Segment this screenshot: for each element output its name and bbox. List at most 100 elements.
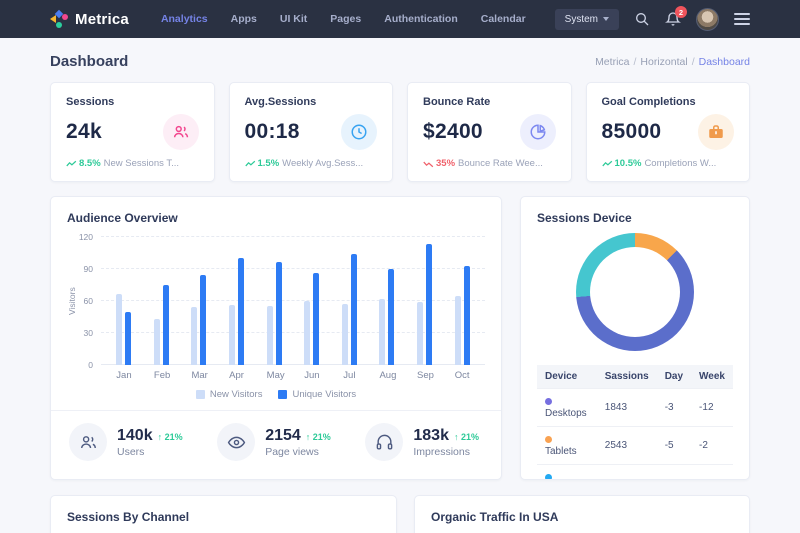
bar-new-visitors — [191, 307, 197, 365]
bar-unique-visitors — [313, 273, 319, 365]
search-icon[interactable] — [634, 11, 650, 27]
stat-delta: 35% — [436, 158, 455, 169]
x-tick-label: May — [267, 370, 282, 381]
bar-unique-visitors — [388, 269, 394, 365]
bar-group-may[interactable] — [267, 237, 282, 365]
organic-traffic-card: Organic Traffic In USA + — [414, 495, 750, 533]
bar-group-jul[interactable] — [342, 237, 357, 365]
trend-up-icon — [602, 160, 613, 168]
bar-new-visitors — [154, 319, 160, 365]
mini-stat-label: Impressions — [413, 446, 479, 458]
bar-new-visitors — [342, 304, 348, 365]
trend-down-icon — [423, 160, 434, 168]
bar-group-mar[interactable] — [191, 237, 206, 365]
legend-unique-visitors[interactable]: Unique Visitors — [278, 389, 356, 400]
stat-value: 85000 — [602, 120, 662, 144]
users-icon — [163, 114, 199, 150]
mini-stat-users: 140k 21% Users — [69, 423, 183, 461]
eye-icon — [217, 423, 255, 461]
chart-legend: New Visitors Unique Visitors — [67, 389, 485, 400]
stat-title: Goal Completions — [602, 96, 735, 108]
chevron-down-icon — [603, 17, 609, 21]
table-row: Mobiles 3654 -5 -6 — [537, 465, 733, 481]
audience-overview-chart: Visitors 0306090120 JanFebMarAprMayJunJu… — [67, 237, 485, 381]
mini-stat-label: Users — [117, 446, 183, 458]
bar-new-visitors — [304, 301, 310, 365]
stat-value: 24k — [66, 120, 102, 144]
mini-stat-delta: 21% — [454, 432, 479, 442]
stat-value: $2400 — [423, 120, 483, 144]
bar-unique-visitors — [464, 266, 470, 365]
y-tick-label: 0 — [88, 360, 93, 370]
x-tick-label: Sep — [417, 370, 432, 381]
brand-logo[interactable]: Metrica — [50, 10, 129, 28]
nav-item-ui-kit[interactable]: UI Kit — [280, 13, 307, 25]
legend-new-visitors[interactable]: New Visitors — [196, 389, 263, 400]
stat-desc: Bounce Rate Wee... — [458, 158, 543, 169]
sessions-device-donut — [576, 233, 694, 351]
bar-unique-visitors — [200, 275, 206, 365]
nav-item-analytics[interactable]: Analytics — [161, 13, 208, 25]
bar-group-aug[interactable] — [379, 237, 394, 365]
x-tick-label: Mar — [191, 370, 206, 381]
topbar: Metrica Analytics Apps UI Kit Pages Auth… — [0, 0, 800, 38]
nav-item-calendar[interactable]: Calendar — [481, 13, 526, 25]
stat-desc: New Sessions T... — [104, 158, 179, 169]
notifications-bell-icon[interactable]: 2 — [665, 11, 681, 27]
x-tick-label: Feb — [154, 370, 169, 381]
breadcrumb: Metrica / Horizontal / Dashboard — [595, 56, 750, 68]
table-row: Tablets 2543 -5 -2 — [537, 427, 733, 465]
sessions-device-table: Device Sassions Day Week Desktops 1843 -… — [537, 365, 733, 480]
x-tick-label: Jan — [116, 370, 131, 381]
users-icon — [69, 423, 107, 461]
bar-group-jun[interactable] — [304, 237, 319, 365]
stat-card-sessions: Sessions 24k 8.5% New Sessions T... — [50, 82, 215, 182]
stat-desc: Weekly Avg.Sess... — [282, 158, 363, 169]
bar-new-visitors — [455, 296, 461, 365]
breadcrumb-horizontal[interactable]: Horizontal — [640, 56, 687, 68]
sessions-device-title: Sessions Device — [537, 211, 733, 225]
menu-icon[interactable] — [734, 13, 750, 25]
x-tick-label: Oct — [455, 370, 470, 381]
audience-overview-title: Audience Overview — [67, 211, 485, 225]
bar-unique-visitors — [238, 258, 244, 365]
sessions-device-card: Sessions Device Device Sassions Day Week… — [520, 196, 750, 480]
bar-group-sep[interactable] — [417, 237, 432, 365]
bar-group-jan[interactable] — [116, 237, 131, 365]
bar-group-feb[interactable] — [154, 237, 169, 365]
tablets-dot-icon — [545, 436, 552, 443]
mobiles-dot-icon — [545, 474, 552, 481]
nav-item-pages[interactable]: Pages — [330, 13, 361, 25]
stat-delta: 10.5% — [615, 158, 642, 169]
user-avatar[interactable] — [696, 8, 719, 31]
bar-new-visitors — [229, 305, 235, 365]
col-header-sessions: Sassions — [597, 365, 657, 389]
bar-unique-visitors — [125, 312, 131, 365]
briefcase-icon — [698, 114, 734, 150]
x-tick-label: Apr — [229, 370, 244, 381]
pie-chart-icon — [520, 114, 556, 150]
stat-cards-row: Sessions 24k 8.5% New Sessions T... — [50, 82, 750, 182]
nav-item-authentication[interactable]: Authentication — [384, 13, 458, 25]
bar-group-apr[interactable] — [229, 237, 244, 365]
system-dropdown[interactable]: System — [555, 9, 619, 30]
y-axis-label: Visitors — [67, 237, 77, 365]
breadcrumb-dashboard[interactable]: Dashboard — [699, 56, 750, 68]
mini-stat-impressions: 183k 21% Impressions — [365, 423, 479, 461]
bar-unique-visitors — [163, 285, 169, 365]
mini-stat-delta: 21% — [158, 432, 183, 442]
x-axis-labels: JanFebMarAprMayJunJulAugSepOct — [77, 365, 485, 381]
y-axis-ticks: 0306090120 — [77, 237, 101, 365]
stat-title: Avg.Sessions — [245, 96, 378, 108]
stat-desc: Completions W... — [644, 158, 716, 169]
desktops-dot-icon — [545, 398, 552, 405]
bar-unique-visitors — [351, 254, 357, 365]
nav-item-apps[interactable]: Apps — [231, 13, 257, 25]
breadcrumb-metrica[interactable]: Metrica — [595, 56, 629, 68]
bar-group-oct[interactable] — [455, 237, 470, 365]
trend-up-icon — [245, 160, 256, 168]
page-title: Dashboard — [50, 53, 128, 70]
y-tick-label: 120 — [79, 232, 93, 242]
legend-swatch — [196, 390, 205, 399]
bar-new-visitors — [267, 306, 273, 365]
